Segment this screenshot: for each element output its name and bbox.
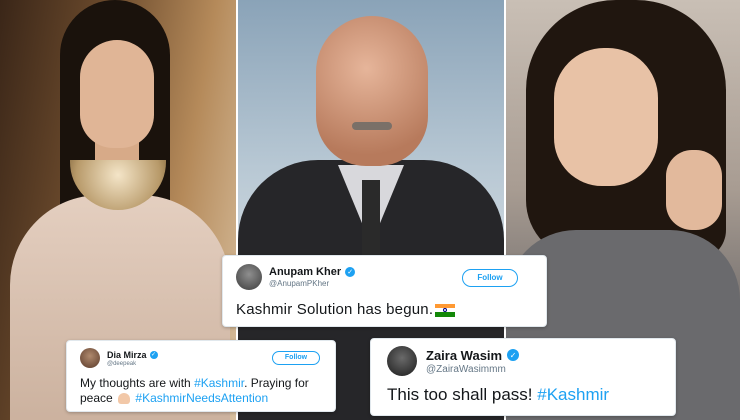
tweet-header: Zaira Wasim ✓ @ZairaWasimmm bbox=[387, 346, 665, 376]
follow-button[interactable]: Follow bbox=[272, 351, 320, 365]
author-name[interactable]: Zaira Wasim bbox=[426, 348, 502, 363]
verified-badge-icon: ✓ bbox=[149, 350, 158, 359]
author-handle[interactable]: @ZairaWasimmm bbox=[426, 364, 519, 375]
author-name[interactable]: Dia Mirza bbox=[107, 350, 147, 360]
author-name[interactable]: Anupam Kher bbox=[269, 266, 341, 278]
tweet-author: Zaira Wasim ✓ @ZairaWasimmm bbox=[426, 348, 520, 375]
tweet-card-anupam: Anupam Kher ✓ @AnupamPKher Follow Kashmi… bbox=[222, 255, 547, 327]
hashtag-link[interactable]: #KashmirNeedsAttention bbox=[135, 391, 268, 405]
hashtag-link[interactable]: #Kashmir bbox=[537, 385, 609, 404]
author-handle[interactable]: @deepeak bbox=[107, 361, 158, 367]
tweet-text-part: This too shall pass! bbox=[387, 385, 538, 404]
tweet-author: Dia Mirza ✓ @deepeak bbox=[107, 350, 158, 367]
middle-person-head bbox=[316, 16, 428, 166]
tweet-text-body: Kashmir Solution has begun. bbox=[236, 301, 434, 318]
folded-hands-icon bbox=[118, 393, 131, 405]
tweet-header: Anupam Kher ✓ @AnupamPKher Follow bbox=[236, 264, 532, 290]
avatar[interactable] bbox=[387, 346, 417, 376]
tweet-card-zaira: Zaira Wasim ✓ @ZairaWasimmm This too sha… bbox=[370, 338, 676, 416]
follow-button[interactable]: Follow bbox=[462, 269, 518, 287]
tweet-text-part: My thoughts are with bbox=[80, 376, 195, 390]
left-person-face bbox=[80, 40, 154, 148]
verified-badge-icon: ✓ bbox=[345, 267, 356, 277]
avatar[interactable] bbox=[80, 348, 100, 368]
hashtag-link[interactable]: #Kashmir bbox=[194, 376, 244, 390]
middle-person-moustache bbox=[352, 122, 392, 130]
right-person-hand bbox=[666, 150, 722, 230]
tweet-header: Dia Mirza ✓ @deepeak Follow bbox=[80, 348, 327, 368]
tweet-card-dia: Dia Mirza ✓ @deepeak Follow My thoughts … bbox=[66, 340, 336, 412]
tweet-text: My thoughts are with #Kashmir. Praying f… bbox=[80, 376, 327, 406]
verified-badge-icon: ✓ bbox=[507, 349, 520, 361]
tweet-text: Kashmir Solution has begun. bbox=[236, 301, 532, 318]
avatar[interactable] bbox=[236, 264, 262, 290]
right-person-face bbox=[554, 48, 658, 186]
author-handle[interactable]: @AnupamPKher bbox=[269, 279, 355, 288]
tweet-text: This too shall pass! #Kashmir bbox=[387, 385, 665, 405]
india-flag-icon bbox=[435, 303, 456, 317]
tweet-author: Anupam Kher ✓ @AnupamPKher bbox=[269, 266, 356, 288]
